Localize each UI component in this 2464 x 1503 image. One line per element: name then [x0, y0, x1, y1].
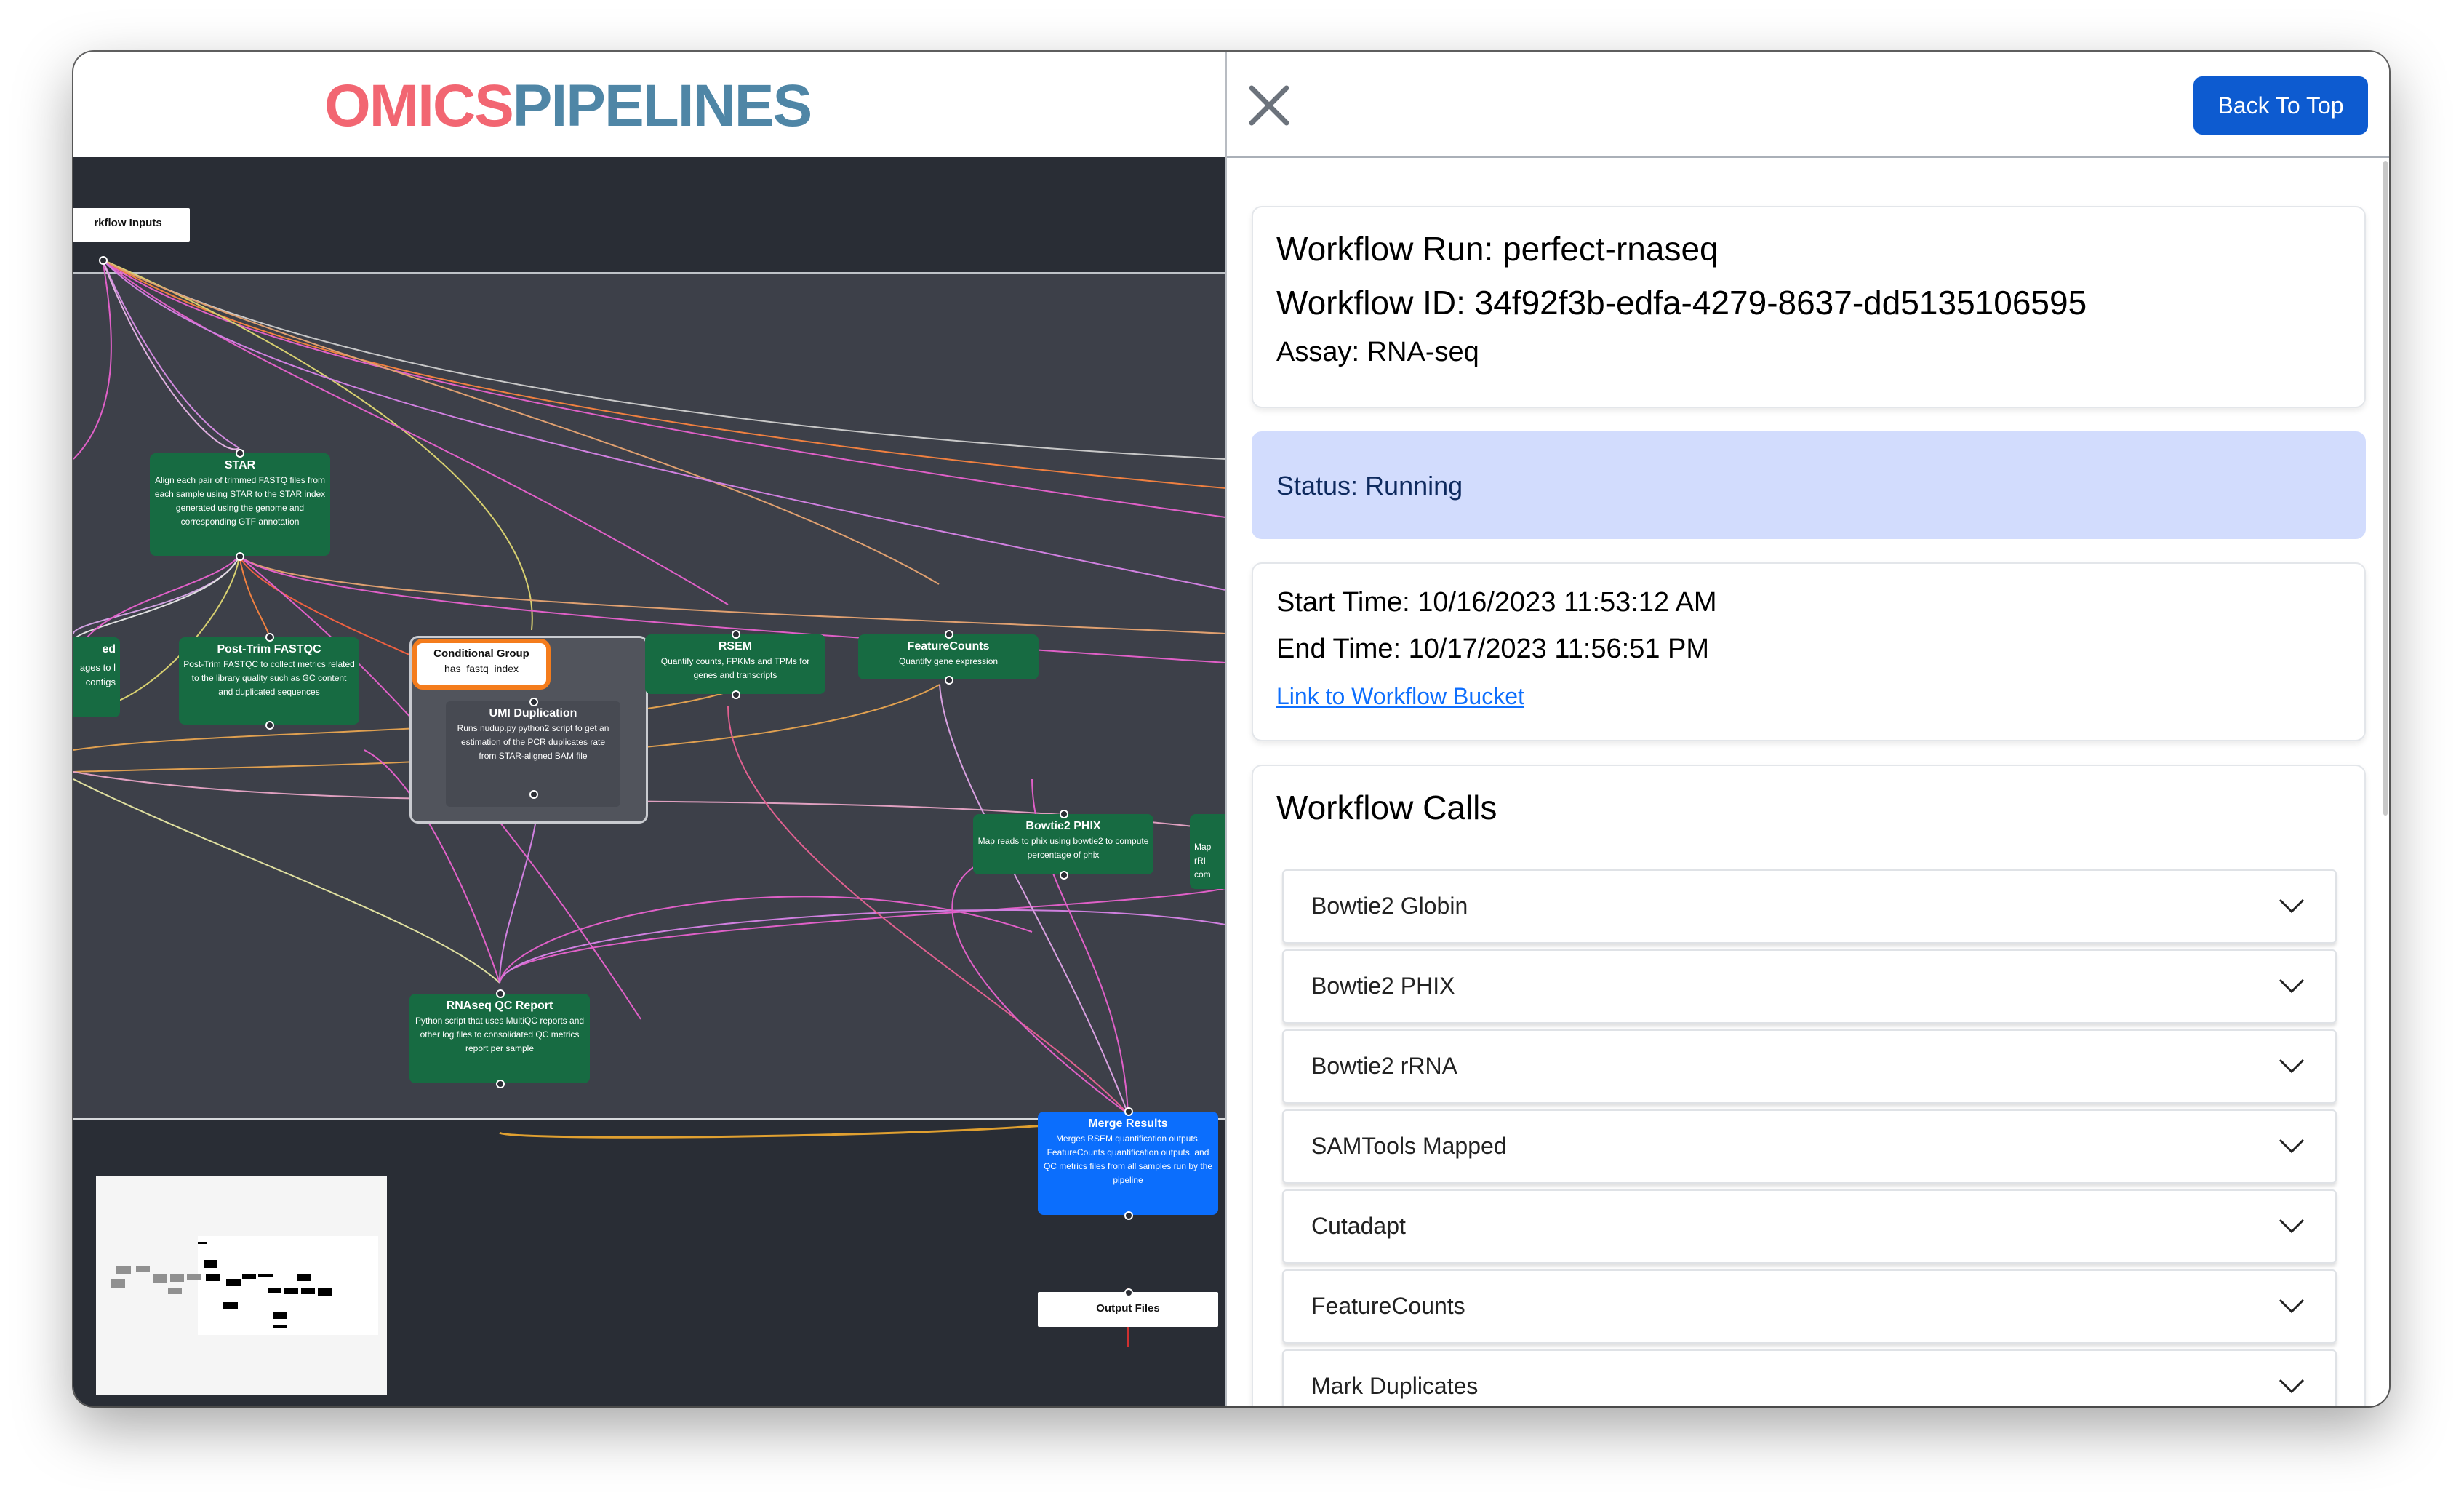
workflow-run: Workflow Run: perfect-rnaseq: [1276, 230, 1719, 268]
minimap-node: [204, 1260, 217, 1268]
workflow-call-item[interactable]: FeatureCounts: [1282, 1269, 2337, 1344]
status-text: Status: Running: [1276, 471, 1463, 501]
minimap-node: [242, 1274, 256, 1279]
workflow-id: Workflow ID: 34f92f3b-edfa-4279-8637-dd5…: [1276, 284, 2087, 322]
minimap-node: [198, 1242, 207, 1244]
minimap-node: [187, 1274, 201, 1280]
handle-dot[interactable]: [236, 449, 244, 458]
chevron-down-icon[interactable]: [2277, 971, 2306, 1000]
minimap-node: [273, 1312, 287, 1319]
chevron-down-icon[interactable]: [2277, 1131, 2306, 1160]
panel-scrollbar[interactable]: [2383, 161, 2388, 816]
close-icon[interactable]: [1247, 84, 1291, 127]
workflow-call-item[interactable]: Bowtie2 Globin: [1282, 869, 2337, 944]
panel-header: Back To Top: [1227, 52, 2389, 158]
minimap-node: [153, 1274, 167, 1283]
chevron-down-icon[interactable]: [2277, 891, 2306, 920]
back-to-top-button[interactable]: Back To Top: [2193, 76, 2368, 135]
minimap-node: [116, 1266, 131, 1274]
workflow-call-label: SAMTools Mapped: [1311, 1133, 1507, 1159]
node-merge-results[interactable]: Merge Results Merges RSEM quantification…: [1038, 1112, 1218, 1215]
handle-dot[interactable]: [1124, 1107, 1133, 1116]
app-window: OMICSPIPELINES rkflow Inputs STAR Align …: [73, 52, 2389, 1406]
minimap-viewport[interactable]: [198, 1236, 378, 1335]
workflow-call-item[interactable]: Cutadapt: [1282, 1189, 2337, 1264]
workflow-call-label: Bowtie2 rRNA: [1311, 1053, 1457, 1079]
start-time: Start Time: 10/16/2023 11:53:12 AM: [1276, 587, 1717, 618]
handle-dot[interactable]: [529, 790, 538, 799]
workflow-info-card: Workflow Run: perfect-rnaseq Workflow ID…: [1252, 206, 2366, 408]
handle-dot[interactable]: [99, 256, 108, 265]
minimap-node: [273, 1325, 287, 1328]
handle-dot[interactable]: [496, 989, 505, 998]
node-rsem[interactable]: RSEM Quantify counts, FPKMs and TPMs for…: [645, 634, 825, 694]
handle-dot[interactable]: [945, 630, 953, 639]
handle-dot[interactable]: [1124, 1211, 1133, 1220]
minimap-node: [284, 1288, 298, 1294]
assay: Assay: RNA-seq: [1276, 337, 1479, 367]
minimap-node: [318, 1288, 332, 1296]
node-partial-left[interactable]: ed ages to l contigs: [73, 637, 120, 717]
node-output-files[interactable]: Output Files: [1038, 1292, 1218, 1327]
chevron-down-icon[interactable]: [2277, 1291, 2306, 1320]
node-star[interactable]: STAR Align each pair of trimmed FASTQ fi…: [150, 453, 330, 556]
handle-dot[interactable]: [1060, 810, 1068, 818]
node-post-trim-fastqc[interactable]: Post-Trim FASTQC Post-Trim FASTQC to col…: [179, 637, 359, 725]
node-conditional-group[interactable]: Conditional Group has_fastq_index: [412, 639, 551, 690]
chevron-down-icon[interactable]: [2277, 1051, 2306, 1080]
workflow-call-item[interactable]: Bowtie2 PHIX: [1282, 949, 2337, 1024]
workflow-details-panel: Back To Top Workflow Run: perfect-rnaseq…: [1225, 52, 2389, 1406]
minimap-node: [170, 1274, 184, 1282]
workflow-call-item[interactable]: SAMTools Mapped: [1282, 1109, 2337, 1184]
workflow-call-item[interactable]: Mark Duplicates: [1282, 1349, 2337, 1406]
workflow-graph-panel[interactable]: OMICSPIPELINES rkflow Inputs STAR Align …: [73, 52, 1263, 1406]
handle-dot[interactable]: [732, 690, 740, 699]
node-bowtie2-phix[interactable]: Bowtie2 PHIX Map reads to phix using bow…: [973, 814, 1153, 874]
minimap-node: [301, 1288, 315, 1294]
workflow-bucket-link[interactable]: Link to Workflow Bucket: [1276, 683, 1524, 710]
handle-dot[interactable]: [945, 676, 953, 685]
minimap-node: [223, 1302, 238, 1309]
workflow-call-label: Cutadapt: [1311, 1213, 1406, 1239]
minimap-node: [258, 1274, 273, 1277]
handle-dot[interactable]: [496, 1080, 505, 1088]
handle-dot[interactable]: [236, 552, 244, 561]
minimap-node: [297, 1274, 311, 1281]
handle-dot[interactable]: [265, 721, 274, 730]
workflow-calls-card: Workflow Calls Bowtie2 Globin Bowtie2 PHI…: [1252, 765, 2366, 1406]
minimap-node: [136, 1266, 150, 1272]
node-rnaseq-qc-report[interactable]: RNAseq QC Report Python script that uses…: [409, 994, 590, 1083]
minimap-node: [226, 1279, 241, 1286]
top-bar: OMICSPIPELINES: [73, 52, 1225, 157]
workflow-call-label: Mark Duplicates: [1311, 1373, 1479, 1399]
workflow-call-label: Bowtie2 PHIX: [1311, 973, 1455, 999]
status-banner: Status: Running: [1252, 431, 2366, 539]
workflow-call-label: FeatureCounts: [1311, 1293, 1465, 1319]
minimap-node: [111, 1279, 125, 1288]
logo-pipelines: PIPELINES: [512, 73, 812, 139]
handle-dot[interactable]: [1060, 871, 1068, 880]
workflow-call-label: Bowtie2 Globin: [1311, 893, 1468, 919]
node-featurecounts[interactable]: FeatureCounts Quantify gene expression: [858, 634, 1039, 679]
omicspipelines-logo[interactable]: OMICSPIPELINES: [324, 72, 812, 140]
handle-dot[interactable]: [1124, 1288, 1133, 1297]
logo-omics: OMICS: [324, 73, 514, 139]
timing-card: Start Time: 10/16/2023 11:53:12 AM End T…: [1252, 562, 2366, 741]
node-workflow-inputs[interactable]: rkflow Inputs: [73, 208, 190, 242]
workflow-calls-title: Workflow Calls: [1276, 789, 1497, 826]
chevron-down-icon[interactable]: [2277, 1211, 2306, 1240]
handle-dot[interactable]: [732, 630, 740, 639]
workflow-call-item[interactable]: Bowtie2 rRNA: [1282, 1029, 2337, 1104]
minimap-node: [206, 1274, 220, 1281]
end-time: End Time: 10/17/2023 11:56:51 PM: [1276, 634, 1710, 664]
minimap-node: [168, 1288, 182, 1294]
minimap-node: [268, 1288, 281, 1293]
handle-dot[interactable]: [529, 698, 538, 706]
minimap[interactable]: [96, 1176, 387, 1395]
handle-dot[interactable]: [265, 633, 274, 642]
chevron-down-icon[interactable]: [2277, 1371, 2306, 1400]
